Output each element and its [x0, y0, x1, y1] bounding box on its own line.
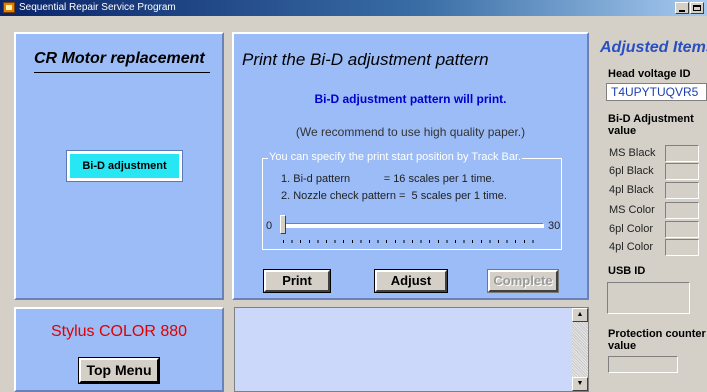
trackbar-max-label: 30 [548, 220, 561, 232]
bid-value-label-2: value [608, 125, 637, 137]
usb-id-label: USB ID [608, 265, 646, 277]
print-button[interactable]: Print [263, 269, 331, 293]
nozzle-pattern-info: 2. Nozzle check pattern = 5 scales per 1… [281, 190, 507, 202]
bid-value-label: Bi-D Adjustment [608, 113, 694, 125]
minimize-button[interactable] [675, 2, 689, 14]
adjust-row-label: MS Color [609, 204, 655, 216]
adjust-row-ms-color: MS Color [605, 202, 707, 219]
protection-counter-label-2: value [608, 340, 637, 352]
head-voltage-label: Head voltage ID [608, 68, 691, 80]
trackbar-thumb[interactable] [280, 215, 286, 234]
complete-button[interactable]: Complete [487, 269, 559, 293]
adjusted-items-title: Adjusted Items [600, 39, 707, 56]
adjust-row-value [665, 163, 699, 180]
adjust-row-label: 6pl Color [609, 223, 654, 235]
adjust-row-ms-black: MS Black [605, 145, 707, 162]
paper-recommendation: (We recommend to use high quality paper.… [295, 125, 526, 139]
adjust-button[interactable]: Adjust [374, 269, 448, 293]
adjust-row-4pl-color: 4pl Color [605, 239, 707, 256]
scroll-down-icon[interactable]: ▼ [572, 377, 588, 391]
bid-adjustment-button[interactable]: Bi-D adjustment [66, 150, 183, 182]
top-menu-button[interactable]: Top Menu [78, 357, 160, 384]
adjust-row-label: 6pl Black [609, 165, 654, 177]
model-panel: Stylus COLOR 880 Top Menu [14, 307, 224, 392]
maximize-button[interactable] [690, 2, 704, 14]
instruction-panel: Print the Bi-D adjustment pattern Bi-D a… [232, 32, 589, 300]
step-panel: CR Motor replacement Bi-D adjustment [14, 32, 224, 300]
trackbar-min-label: 0 [266, 220, 273, 232]
adjust-row-label: MS Black [609, 147, 656, 159]
log-textarea[interactable]: ▲ ▼ [234, 307, 589, 392]
head-voltage-field: T4UPYTUQVR5 [606, 83, 707, 101]
log-scrollbar[interactable]: ▲ ▼ [572, 308, 588, 391]
protection-counter-label: Protection counter [608, 328, 706, 340]
app-icon [3, 2, 15, 13]
usb-id-field [607, 282, 690, 314]
protection-counter-field [608, 356, 678, 373]
step-heading: CR Motor replacement [34, 50, 210, 73]
instruction-subtitle: Bi-D adjustment pattern will print. [314, 92, 507, 106]
trackbar-groupbox: You can specify the print start position… [262, 151, 562, 250]
adjusted-items-panel: Adjusted Items Head voltage ID T4UPYTUQV… [597, 32, 707, 392]
adjust-row-label: 4pl Black [609, 184, 654, 196]
adjust-row-value [665, 145, 699, 162]
adjust-row-value [665, 182, 699, 199]
adjust-row-4pl-black: 4pl Black [605, 182, 707, 199]
scroll-up-icon[interactable]: ▲ [572, 308, 588, 322]
adjust-row-value [665, 221, 699, 238]
printer-model-name: Stylus COLOR 880 [50, 323, 188, 340]
adjust-row-label: 4pl Color [609, 241, 654, 253]
adjust-row-6pl-black: 6pl Black [605, 163, 707, 180]
adjust-row-6pl-color: 6pl Color [605, 221, 707, 238]
instruction-title: Print the Bi-D adjustment pattern [242, 50, 489, 69]
adjust-row-value [665, 239, 699, 256]
window-titlebar: Sequential Repair Service Program [0, 0, 707, 16]
bid-pattern-info: 1. Bi-d pattern = 16 scales per 1 time. [281, 173, 495, 185]
window-title: Sequential Repair Service Program [19, 2, 176, 13]
adjust-row-value [665, 202, 699, 219]
trackbar-legend: You can specify the print start position… [268, 151, 523, 163]
trackbar-ticks [283, 240, 541, 243]
trackbar-track[interactable] [280, 223, 544, 228]
